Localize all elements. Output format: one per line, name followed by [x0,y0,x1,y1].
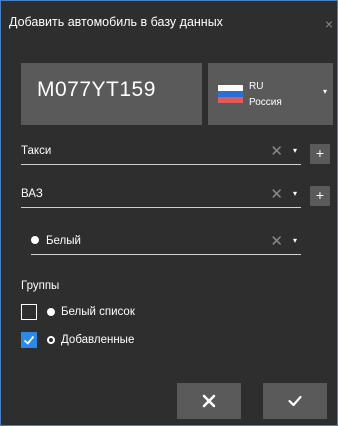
cancel-button[interactable] [177,383,241,419]
russia-flag-icon [218,85,243,103]
country-selector[interactable]: RU Россия ▾ [208,63,333,125]
close-icon[interactable]: × [325,16,333,32]
whitelist-checkbox[interactable] [21,304,37,320]
country-code: RU [249,81,264,92]
category-dropdown-icon[interactable]: ▾ [293,146,297,155]
country-name: Россия [249,97,282,108]
plate-number-field[interactable]: M077YT159 [21,63,202,125]
group-item-whitelist[interactable]: Белый список [21,304,221,322]
color-value-wrapper: Белый [31,235,81,247]
category-field[interactable]: Такси ✕ ▾ [21,141,301,165]
groups-heading: Группы [21,280,60,292]
flag-stripe-red [218,97,243,103]
brand-value: ВАЗ [21,188,43,200]
clear-brand-icon[interactable]: ✕ [270,185,283,203]
close-icon [202,394,216,408]
clear-category-icon[interactable]: ✕ [270,142,283,160]
title-bar: Добавить автомобиль в базу данных × [1,1,337,45]
group-label-added: Добавленные [61,334,135,346]
brand-dropdown-icon[interactable]: ▾ [293,189,297,198]
group-label-whitelist: Белый список [61,306,135,318]
dialog-title: Добавить автомобиль в базу данных [9,15,223,29]
filled-dot-icon [47,308,55,316]
ring-dot-icon [47,336,55,344]
chevron-down-icon: ▾ [322,87,327,96]
add-vehicle-dialog: Добавить автомобиль в базу данных × M077… [0,0,338,426]
brand-field[interactable]: ВАЗ ✕ ▾ [21,184,301,208]
plate-number-text: M077YT159 [37,78,156,101]
add-category-button[interactable]: + [310,144,330,164]
checkbox-check-icon [23,335,35,345]
confirm-button[interactable] [263,383,327,419]
color-value: Белый [46,235,81,247]
group-item-added[interactable]: Добавленные [21,332,221,350]
category-value: Такси [21,145,52,157]
add-brand-button[interactable]: + [310,186,330,206]
clear-color-icon[interactable]: ✕ [270,232,283,250]
color-swatch-icon [31,236,39,244]
added-checkbox[interactable] [21,332,37,348]
checkmark-icon [288,395,302,407]
color-field[interactable]: Белый ✕ ▾ [31,231,301,255]
color-dropdown-icon[interactable]: ▾ [293,236,297,245]
